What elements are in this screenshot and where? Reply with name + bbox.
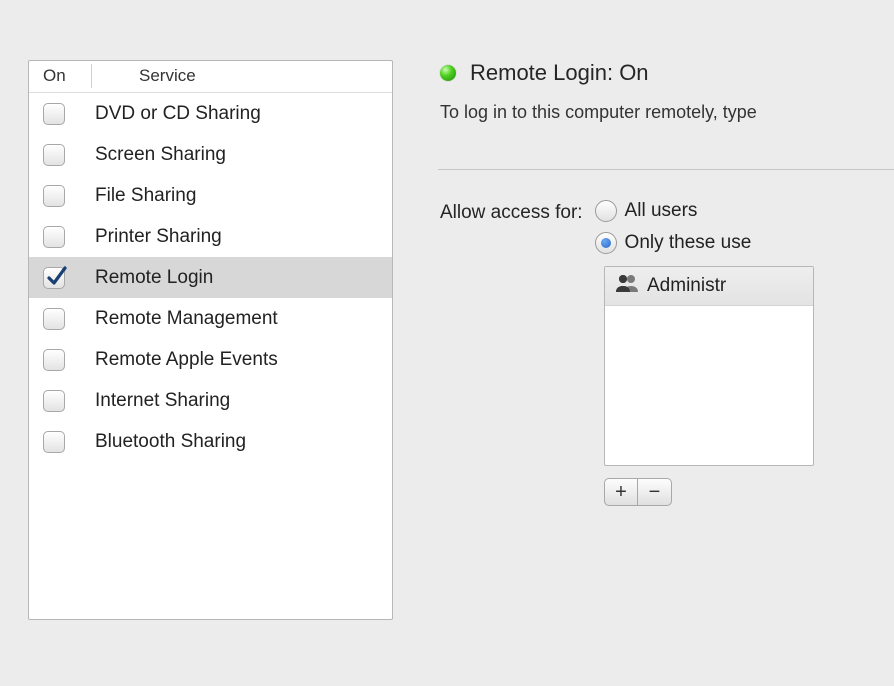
service-label: Remote Apple Events xyxy=(95,349,278,371)
status-title: Remote Login: On xyxy=(470,60,649,86)
service-checkbox[interactable] xyxy=(43,267,65,289)
column-header-service[interactable]: Service xyxy=(91,66,392,86)
service-label: Bluetooth Sharing xyxy=(95,431,246,453)
service-checkbox[interactable] xyxy=(43,103,65,125)
status-row: Remote Login: On xyxy=(440,60,894,86)
service-label: File Sharing xyxy=(95,185,196,207)
service-checkbox[interactable] xyxy=(43,431,65,453)
column-header-on[interactable]: On xyxy=(29,66,91,86)
service-label: Remote Management xyxy=(95,308,278,330)
service-label: Printer Sharing xyxy=(95,226,222,248)
service-row[interactable]: Screen Sharing xyxy=(29,134,392,175)
detail-pane: Remote Login: On To log in to this compu… xyxy=(440,60,894,686)
service-checkbox[interactable] xyxy=(43,226,65,248)
service-checkbox[interactable] xyxy=(43,349,65,371)
service-row[interactable]: Bluetooth Sharing xyxy=(29,421,392,462)
status-description: To log in to this computer remotely, typ… xyxy=(440,102,894,123)
services-list: DVD or CD Sharing Screen Sharing File Shar… xyxy=(29,93,392,462)
service-row[interactable]: DVD or CD Sharing xyxy=(29,93,392,134)
radio-only-these-users[interactable]: Only these use xyxy=(595,232,752,254)
radio-all-users-input[interactable] xyxy=(595,200,617,222)
service-row[interactable]: Printer Sharing xyxy=(29,216,392,257)
divider xyxy=(438,169,894,170)
radio-all-users-label: All users xyxy=(625,200,698,222)
radio-all-users[interactable]: All users xyxy=(595,200,752,222)
remove-user-button[interactable]: − xyxy=(638,478,672,506)
radio-only-these-label: Only these use xyxy=(625,232,752,254)
access-label: Allow access for: xyxy=(440,200,583,224)
services-header: On Service xyxy=(29,61,392,93)
add-user-button[interactable]: + xyxy=(604,478,638,506)
access-row: Allow access for: All users Only these u… xyxy=(440,200,894,254)
service-checkbox[interactable] xyxy=(43,185,65,207)
service-row[interactable]: Internet Sharing xyxy=(29,380,392,421)
radio-only-these-input[interactable] xyxy=(595,232,617,254)
service-label: Remote Login xyxy=(95,267,213,289)
user-list-buttons: + − xyxy=(604,478,894,506)
status-led-icon xyxy=(440,65,456,81)
services-panel: On Service DVD or CD Sharing Screen Shari… xyxy=(28,60,393,620)
radio-group: All users Only these use xyxy=(595,200,752,254)
service-checkbox[interactable] xyxy=(43,308,65,330)
service-label: DVD or CD Sharing xyxy=(95,103,261,125)
service-row[interactable]: File Sharing xyxy=(29,175,392,216)
allowed-users-list[interactable]: Administr xyxy=(604,266,814,466)
users-group-icon xyxy=(615,274,639,298)
service-label: Internet Sharing xyxy=(95,390,230,412)
user-label: Administr xyxy=(647,275,726,297)
service-checkbox[interactable] xyxy=(43,390,65,412)
service-row[interactable]: Remote Management xyxy=(29,298,392,339)
service-row[interactable]: Remote Login xyxy=(29,257,392,298)
list-item[interactable]: Administr xyxy=(605,267,813,306)
service-row[interactable]: Remote Apple Events xyxy=(29,339,392,380)
service-checkbox[interactable] xyxy=(43,144,65,166)
service-label: Screen Sharing xyxy=(95,144,226,166)
